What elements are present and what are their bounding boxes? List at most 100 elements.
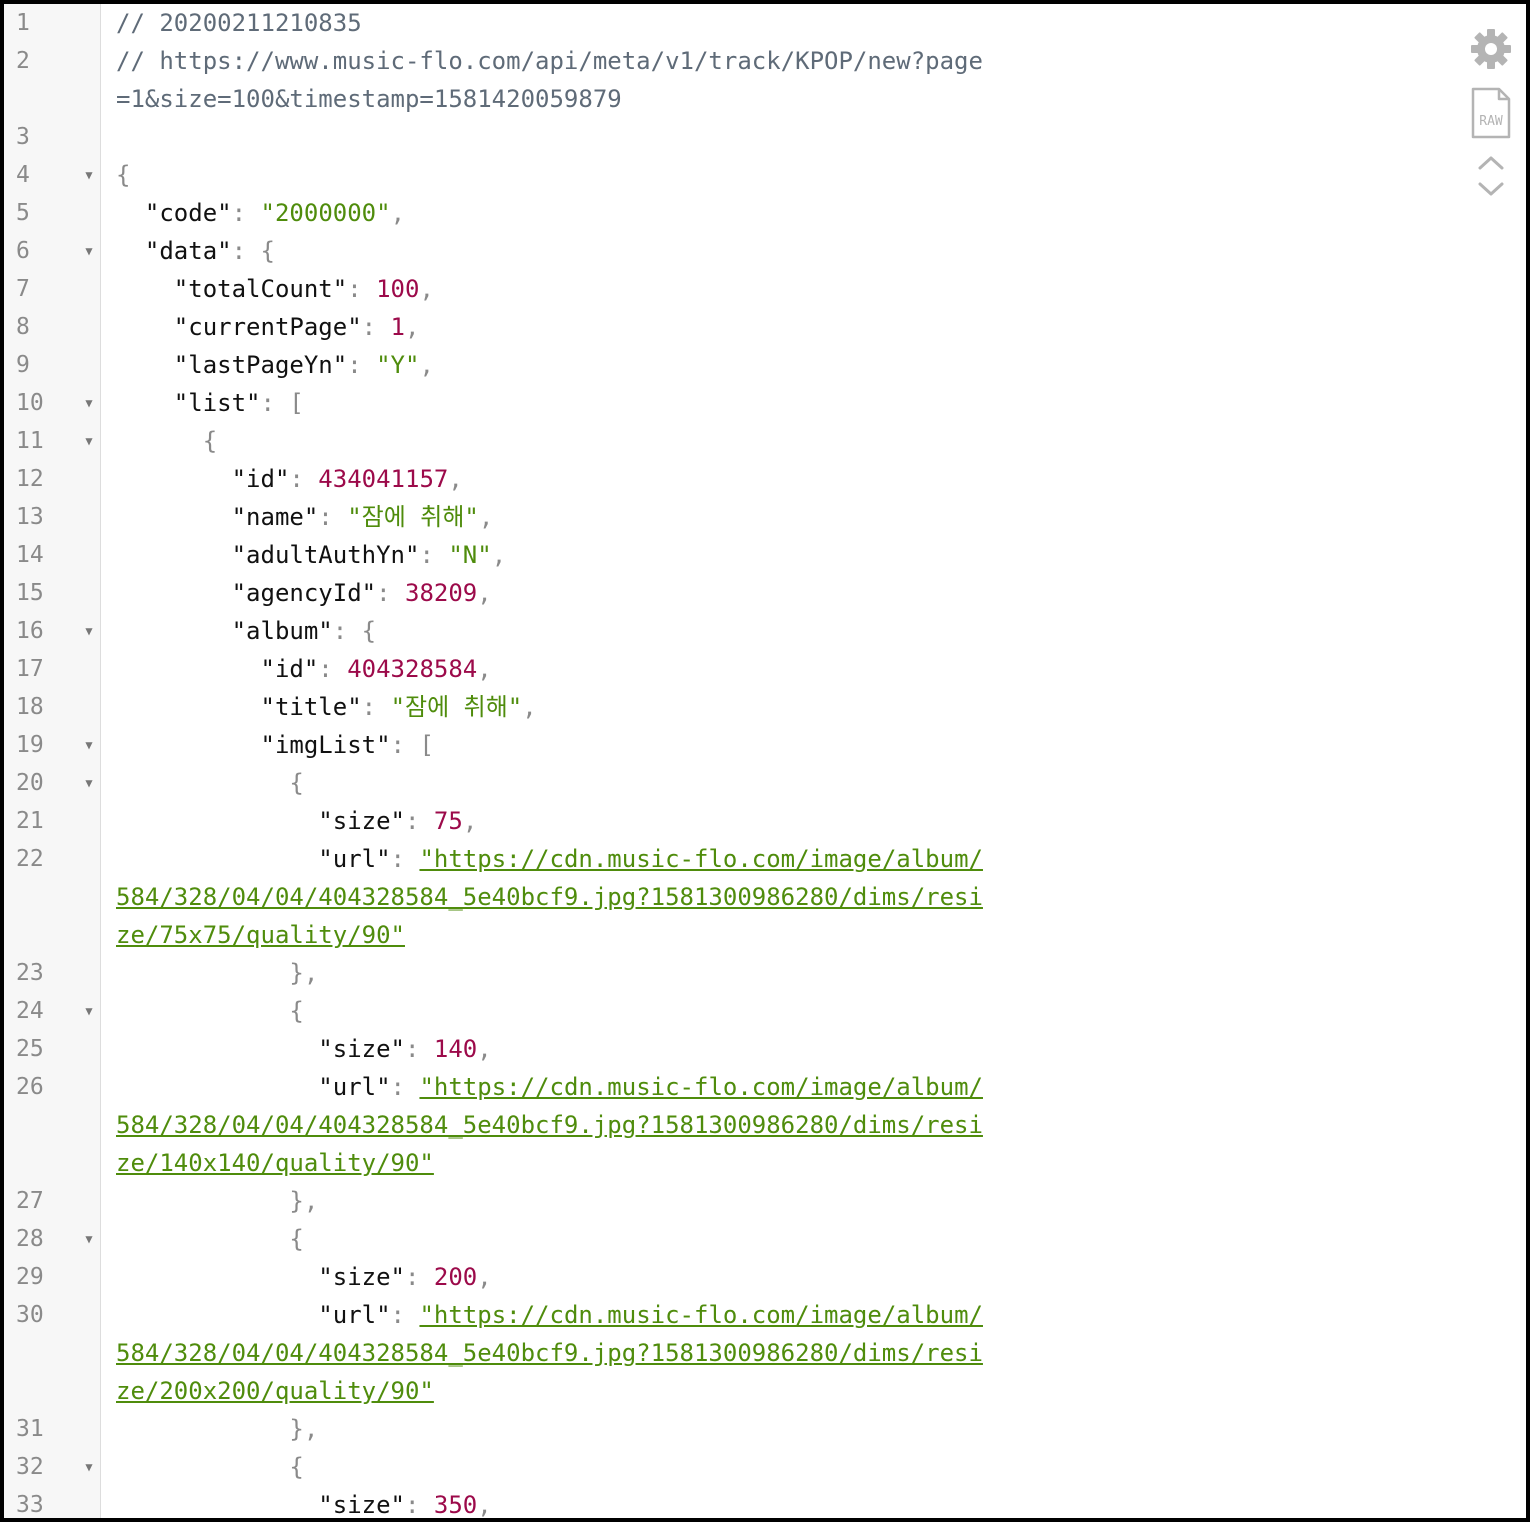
code-area: 1 // 20200211210835 2 // https://www.music-… [4, 4, 1526, 1519]
code-line: 9 "lastPageYn": "Y", [4, 346, 1526, 384]
json-number: 140 [433, 1035, 478, 1063]
line-number: 13 [16, 504, 44, 530]
code-line: 33 "size": 350, [4, 1486, 1526, 1519]
line-number: 24 [16, 998, 44, 1024]
line-content: }, [116, 1410, 996, 1448]
json-punctuation: , [477, 1035, 492, 1063]
fold-toggle-icon[interactable]: ▼ [82, 384, 96, 422]
json-key: "size" [116, 1491, 405, 1519]
json-punctuation: : [405, 1491, 434, 1519]
json-punctuation: : [347, 275, 377, 303]
line-content: "album": { [116, 612, 996, 650]
json-key: "agencyId" [116, 579, 377, 607]
line-content: // https://www.music-flo.com/api/meta/v1… [116, 42, 996, 118]
json-key: "url" [116, 845, 391, 873]
fold-toggle-icon[interactable]: ▼ [82, 992, 96, 1030]
line-number: 8 [16, 314, 30, 340]
json-key: "adultAuthYn" [116, 541, 420, 569]
line-number: 11 [16, 428, 44, 454]
fold-toggle-icon[interactable]: ▼ [82, 232, 96, 270]
code-line: 16 ▼ "album": { [4, 612, 1526, 650]
line-content: }, [116, 1182, 996, 1220]
json-punctuation: , [419, 351, 434, 379]
chevron-up-icon[interactable] [1476, 154, 1506, 172]
line-content: "size": 200, [116, 1258, 996, 1296]
fold-toggle-icon[interactable]: ▼ [82, 726, 96, 764]
code-line: 25 "size": 140, [4, 1030, 1526, 1068]
line-number: 31 [16, 1416, 44, 1442]
line-number: 12 [16, 466, 44, 492]
line-number: 19 [16, 732, 44, 758]
json-key: "lastPageYn" [116, 351, 348, 379]
raw-file-icon[interactable]: RAW [1469, 86, 1513, 140]
json-punctuation: : [390, 1301, 420, 1329]
line-number: 18 [16, 694, 44, 720]
chevron-down-icon[interactable] [1476, 180, 1506, 198]
json-punctuation: { [116, 1225, 304, 1253]
json-key: "album" [116, 617, 333, 645]
line-number: 6 [16, 238, 30, 264]
viewer-toolbar: RAW [1466, 26, 1516, 212]
json-punctuation: : [376, 579, 405, 607]
code-line: 27 }, [4, 1182, 1526, 1220]
json-punctuation: , [522, 693, 537, 721]
line-number: 1 [16, 10, 30, 36]
line-number: 10 [16, 390, 44, 416]
json-key: "imgList" [116, 731, 391, 759]
code-line: 10 ▼ "list": [ [4, 384, 1526, 422]
code-line: 11 ▼ { [4, 422, 1526, 460]
line-content: "url": "https://cdn.music-flo.com/image/… [116, 840, 996, 954]
json-punctuation: , [478, 503, 494, 531]
line-content: "id": 404328584, [116, 650, 996, 688]
json-punctuation: }, [116, 1187, 319, 1215]
line-number: 3 [16, 124, 30, 150]
json-string: "N" [448, 541, 492, 569]
line-number: 16 [16, 618, 44, 644]
json-key: "list" [116, 389, 261, 417]
fold-toggle-icon[interactable]: ▼ [82, 422, 96, 460]
code-line: 19 ▼ "imgList": [ [4, 726, 1526, 764]
line-content: { [116, 764, 996, 802]
json-comment: // 20200211210835 [116, 9, 362, 37]
json-punctuation: , [477, 655, 492, 683]
line-content: "size": 140, [116, 1030, 996, 1068]
json-punctuation: : [ [260, 389, 304, 417]
fold-toggle-icon[interactable]: ▼ [82, 1220, 96, 1258]
line-number: 21 [16, 808, 44, 834]
line-number: 22 [16, 846, 44, 872]
json-punctuation: : [419, 541, 449, 569]
json-punctuation: : [405, 1263, 434, 1291]
json-punctuation: { [116, 1453, 304, 1481]
code-line: 26 "url": "https://cdn.music-flo.com/ima… [4, 1068, 1526, 1182]
json-punctuation: , [448, 465, 463, 493]
line-number: 15 [16, 580, 44, 606]
json-punctuation: : [405, 807, 434, 835]
line-content: // 20200211210835 [116, 4, 996, 42]
json-key: "url" [116, 1073, 391, 1101]
json-key: "code" [116, 199, 232, 227]
line-number: 29 [16, 1264, 44, 1290]
gear-icon[interactable] [1468, 26, 1514, 72]
line-content: "title": "잠에 취해", [116, 688, 996, 726]
json-viewer: 1 // 20200211210835 2 // https://www.music-… [0, 0, 1530, 1522]
json-punctuation: : [390, 1073, 420, 1101]
line-content: { [116, 1448, 996, 1486]
line-number: 17 [16, 656, 44, 682]
json-number: 100 [376, 275, 420, 303]
line-content: "currentPage": 1, [116, 308, 996, 346]
line-content: }, [116, 954, 996, 992]
json-key: "size" [116, 1035, 405, 1063]
code-line: 31 }, [4, 1410, 1526, 1448]
fold-toggle-icon[interactable]: ▼ [82, 612, 96, 650]
line-content: "size": 75, [116, 802, 996, 840]
code-line: 22 "url": "https://cdn.music-flo.com/ima… [4, 840, 1526, 954]
fold-toggle-icon[interactable]: ▼ [82, 156, 96, 194]
fold-toggle-icon[interactable]: ▼ [82, 1448, 96, 1486]
json-number: 75 [433, 807, 463, 835]
line-content: "name": "잠에 취해", [116, 498, 996, 536]
json-punctuation: , [477, 579, 492, 607]
line-content: ​ [116, 118, 996, 156]
json-key: "title" [116, 693, 362, 721]
fold-toggle-icon[interactable]: ▼ [82, 764, 96, 802]
code-line: 15 "agencyId": 38209, [4, 574, 1526, 612]
